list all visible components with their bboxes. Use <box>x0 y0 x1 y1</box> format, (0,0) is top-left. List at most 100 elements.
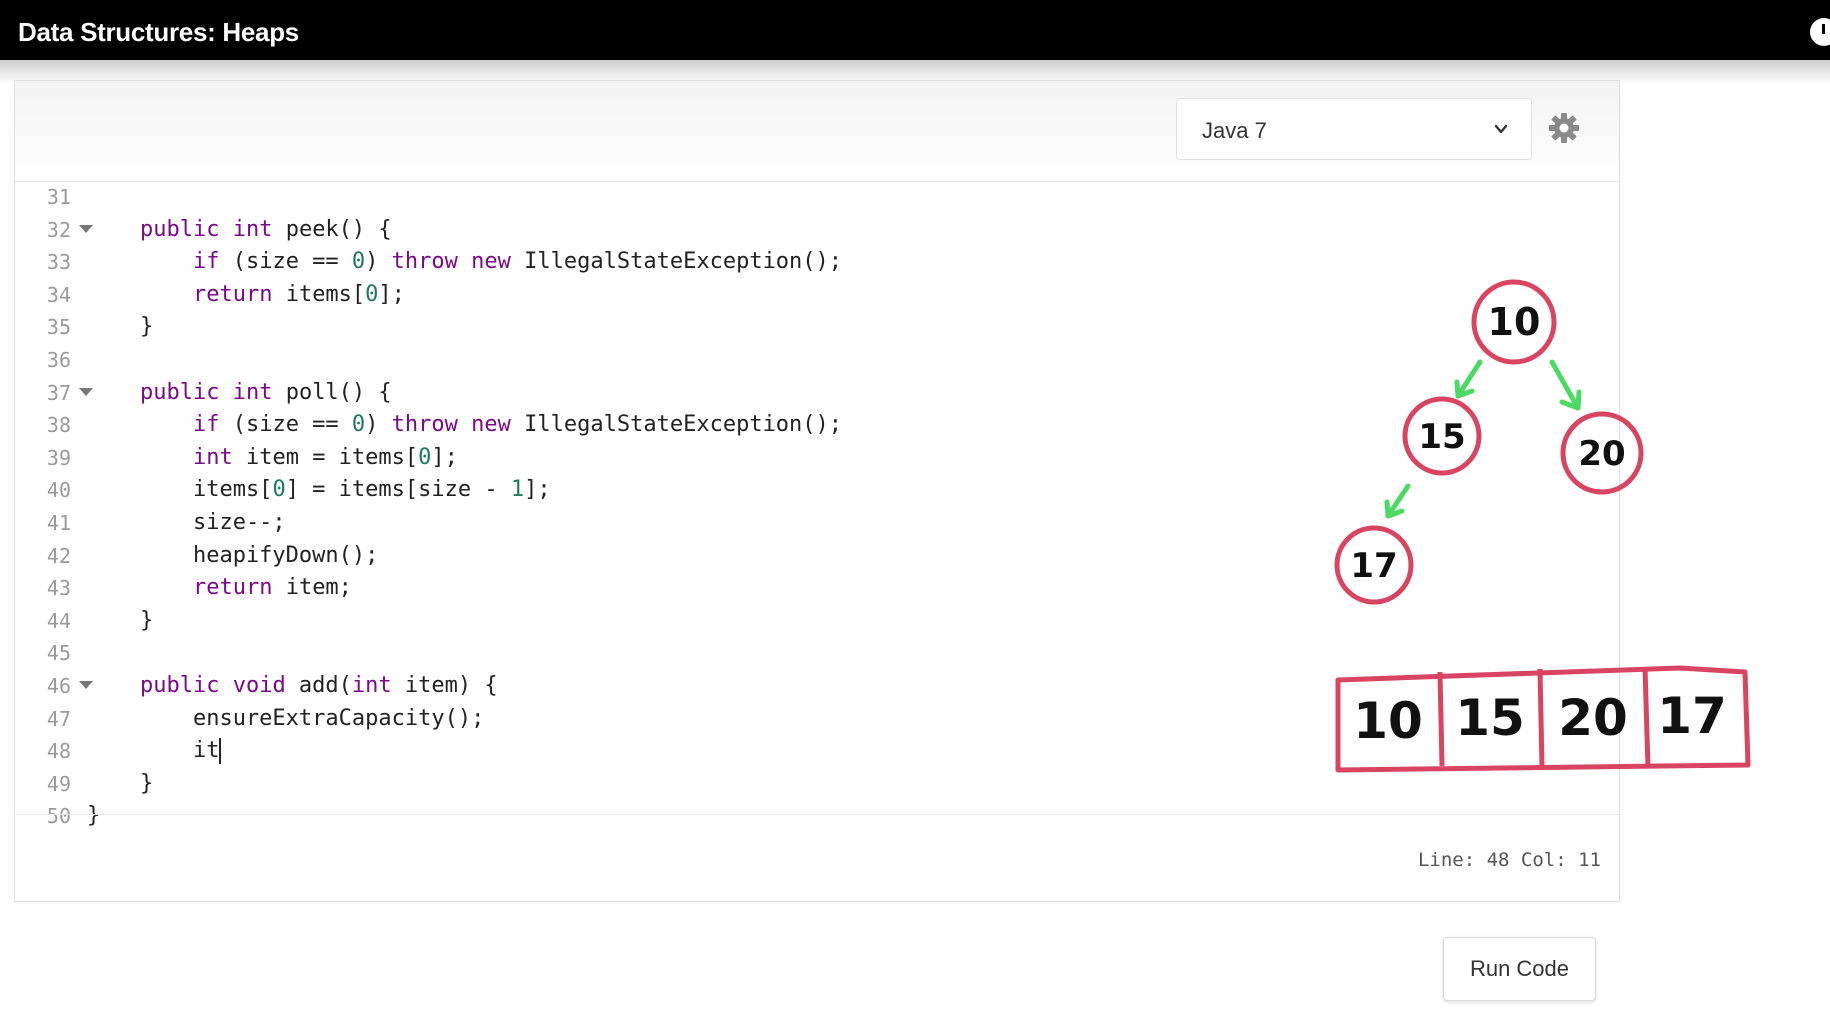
code-token: public <box>87 379 220 405</box>
arrow-left-child <box>1384 483 1411 519</box>
array-cell: 15 <box>1455 689 1525 747</box>
code-token: void <box>232 673 286 698</box>
tree-node-label: 20 <box>1578 434 1625 474</box>
editor-statusbar: Line: 48 Col: 11 <box>15 814 1619 902</box>
code-token: if <box>192 249 220 275</box>
code-text: return item; <box>87 572 352 604</box>
code-text: if (size == 0) throw new IllegalStateExc… <box>87 246 842 278</box>
code-text: } <box>87 605 153 637</box>
array-cell: 17 <box>1657 687 1727 745</box>
code-token: ) <box>365 412 392 438</box>
code-token: IllegalStateException(); <box>510 412 843 438</box>
line-number: 33 <box>46 250 71 275</box>
code-token: int <box>232 379 273 405</box>
code-token: 0 <box>365 281 379 307</box>
line-number: 35 <box>46 315 71 340</box>
line-number: 49 <box>46 771 71 796</box>
code-line[interactable]: 32 public int peek() { <box>15 214 1619 246</box>
tree-node-root: 10 <box>1471 279 1557 365</box>
code-token: items[ <box>87 477 273 503</box>
code-token: ]; <box>524 477 551 503</box>
video-title: Data Structures: Heaps <box>18 17 299 47</box>
code-token: new <box>471 249 511 275</box>
code-text: items[0] = items[size - 1]; <box>87 474 551 506</box>
code-token: peek() { <box>272 216 392 242</box>
line-number: 39 <box>46 445 71 470</box>
gear-icon[interactable] <box>1548 112 1580 144</box>
line-number: 36 <box>46 348 71 372</box>
code-token: ) <box>365 249 392 275</box>
code-token: new <box>471 412 511 438</box>
chevron-down-icon <box>1494 124 1508 134</box>
line-number: 43 <box>46 576 71 601</box>
code-text: } <box>87 311 153 343</box>
clock-icon[interactable] <box>1810 18 1830 46</box>
code-token: int <box>192 444 233 470</box>
code-text: it <box>87 735 222 767</box>
code-token: 0 <box>272 477 286 503</box>
tree-node-label: 10 <box>1488 300 1541 344</box>
code-token: poll() { <box>272 379 392 405</box>
code-token: size--; <box>87 510 286 535</box>
line-number: 34 <box>46 282 71 307</box>
code-token: } <box>87 607 154 633</box>
tree-node-left: 15 <box>1402 396 1482 476</box>
code-token: 1 <box>510 477 525 503</box>
code-text: ensureExtraCapacity(); <box>87 703 484 735</box>
code-text: public void add(int item) { <box>87 670 498 702</box>
code-text: size--; <box>87 507 286 539</box>
line-number: 37 <box>46 380 71 405</box>
tree-node-label: 15 <box>1418 417 1465 457</box>
code-token: 0 <box>418 444 432 470</box>
arrow-root-right <box>1549 359 1582 411</box>
tree-node-right: 20 <box>1560 411 1644 495</box>
code-token: return <box>192 575 273 601</box>
code-line[interactable]: 31 <box>15 181 1619 213</box>
code-token: item = items[ <box>232 444 419 470</box>
code-text: if (size == 0) throw new IllegalStateExc… <box>87 409 842 441</box>
code-text: public int poll() { <box>87 377 392 409</box>
code-token: item) { <box>391 673 498 698</box>
code-token: (size == <box>219 412 352 438</box>
code-text: } <box>87 768 153 800</box>
code-token: int <box>351 673 392 698</box>
line-number: 38 <box>46 413 71 438</box>
code-token: ensureExtraCapacity(); <box>87 705 485 731</box>
code-token: add( <box>285 673 352 698</box>
code-token: heapifyDown(); <box>87 542 379 568</box>
line-number: 32 <box>46 217 71 242</box>
run-code-button[interactable]: Run Code <box>1443 937 1596 1001</box>
code-token: item; <box>272 575 352 601</box>
title-bar: Data Structures: Heaps <box>0 0 1830 60</box>
heap-array: 10 15 20 17 <box>1335 665 1751 773</box>
line-number: 31 <box>46 185 71 209</box>
code-token: IllegalStateException(); <box>510 249 843 275</box>
tree-node-label: 17 <box>1350 546 1397 586</box>
code-token: 0 <box>351 412 366 438</box>
code-text: public int peek() { <box>87 214 392 246</box>
tree-node-left-child: 17 <box>1334 525 1414 605</box>
line-number: 47 <box>46 706 71 731</box>
code-token: (size == <box>219 249 352 275</box>
code-token: int <box>232 216 273 242</box>
line-number: 41 <box>46 511 71 535</box>
line-number: 44 <box>46 608 71 633</box>
code-token: public <box>87 216 220 242</box>
code-text: return items[0]; <box>87 279 405 311</box>
code-text: heapifyDown(); <box>87 540 378 572</box>
code-token: } <box>87 770 154 796</box>
line-number: 40 <box>46 478 71 503</box>
language-select[interactable]: Java 7 <box>1176 98 1532 160</box>
code-token: } <box>87 314 154 340</box>
code-text: int item = items[0]; <box>87 442 458 474</box>
text-cursor <box>219 738 222 765</box>
